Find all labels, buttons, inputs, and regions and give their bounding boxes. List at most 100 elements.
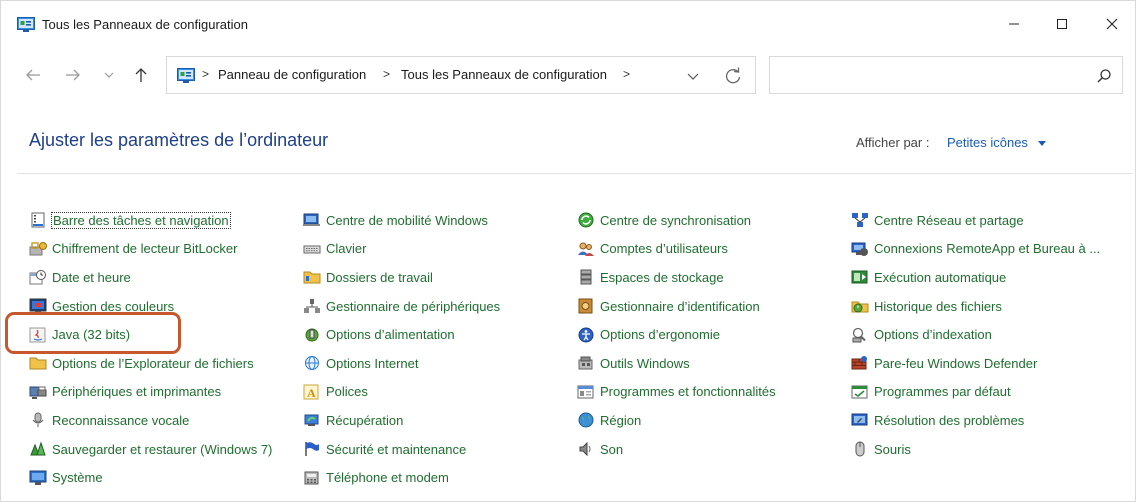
- breadcrumb-control-panel[interactable]: Panneau de configuration: [218, 67, 366, 82]
- item-label[interactable]: Centre de synchronisation: [600, 213, 751, 228]
- maximize-button[interactable]: [1039, 1, 1085, 47]
- address-bar[interactable]: > Panneau de configuration > Tous les Pa…: [166, 56, 756, 94]
- item-label[interactable]: Options d’indexation: [874, 327, 992, 342]
- item-remoteapp[interactable]: Connexions RemoteApp et Bureau à ...: [851, 235, 1129, 264]
- item-default-programs[interactable]: Programmes par défaut: [851, 378, 1129, 407]
- minimize-button[interactable]: [991, 1, 1037, 47]
- item-phone-modem[interactable]: Téléphone et modem: [303, 463, 577, 492]
- recent-locations-button[interactable]: [97, 63, 121, 87]
- search-icon[interactable]: [1096, 68, 1112, 84]
- item-date-time[interactable]: Date et heure: [29, 263, 303, 292]
- up-button[interactable]: [129, 63, 153, 87]
- item-windows-tools[interactable]: Outils Windows: [577, 349, 851, 378]
- item-label[interactable]: Sauvegarder et restaurer (Windows 7): [52, 442, 272, 457]
- item-user-accounts[interactable]: Comptes d’utilisateurs: [577, 235, 851, 264]
- item-label[interactable]: Exécution automatique: [874, 270, 1006, 285]
- item-label[interactable]: Reconnaissance vocale: [52, 413, 189, 428]
- item-label[interactable]: Espaces de stockage: [600, 270, 724, 285]
- item-ease-of-access[interactable]: Options d’ergonomie: [577, 320, 851, 349]
- item-label[interactable]: Récupération: [326, 413, 403, 428]
- item-internet-options[interactable]: Options Internet: [303, 349, 577, 378]
- item-label[interactable]: Barre des tâches et navigation: [51, 211, 231, 229]
- item-keyboard[interactable]: Clavier: [303, 235, 577, 264]
- item-label[interactable]: Chiffrement de lecteur BitLocker: [52, 241, 237, 256]
- window-title: Tous les Panneaux de configuration: [42, 17, 248, 32]
- item-label[interactable]: Gestionnaire de périphériques: [326, 299, 500, 314]
- item-label[interactable]: Clavier: [326, 241, 366, 256]
- item-label[interactable]: Pare-feu Windows Defender: [874, 356, 1037, 371]
- item-sound[interactable]: Son: [577, 435, 851, 464]
- search-box[interactable]: [769, 56, 1123, 94]
- item-storage-spaces[interactable]: Espaces de stockage: [577, 263, 851, 292]
- item-label[interactable]: Dossiers de travail: [326, 270, 433, 285]
- item-label[interactable]: Gestionnaire d’identification: [600, 299, 760, 314]
- close-icon: [1106, 18, 1118, 30]
- item-label[interactable]: Système: [52, 470, 103, 485]
- item-label[interactable]: Programmes et fonctionnalités: [600, 384, 776, 399]
- item-programs-features[interactable]: Programmes et fonctionnalités: [577, 378, 851, 407]
- breadcrumb-all-control-panel-items[interactable]: Tous les Panneaux de configuration: [401, 67, 607, 82]
- item-sync-center[interactable]: Centre de synchronisation: [577, 206, 851, 235]
- item-security-maintenance[interactable]: Sécurité et maintenance: [303, 435, 577, 464]
- close-button[interactable]: [1089, 1, 1135, 47]
- item-backup-restore[interactable]: Sauvegarder et restaurer (Windows 7): [29, 435, 303, 464]
- item-recovery[interactable]: Récupération: [303, 406, 577, 435]
- item-windows-defender-firewall[interactable]: Pare-feu Windows Defender: [851, 349, 1129, 378]
- item-indexing-options[interactable]: Options d’indexation: [851, 320, 1129, 349]
- item-troubleshooting[interactable]: Résolution des problèmes: [851, 406, 1129, 435]
- item-label[interactable]: Options Internet: [326, 356, 419, 371]
- item-power-options[interactable]: Options d’alimentation: [303, 320, 577, 349]
- item-file-history[interactable]: Historique des fichiers: [851, 292, 1129, 321]
- item-label[interactable]: Options d’ergonomie: [600, 327, 720, 342]
- item-autoplay[interactable]: Exécution automatique: [851, 263, 1129, 292]
- item-label[interactable]: Souris: [874, 442, 911, 457]
- item-label[interactable]: Centre de mobilité Windows: [326, 213, 488, 228]
- item-label[interactable]: Connexions RemoteApp et Bureau à ...: [874, 241, 1100, 256]
- item-system[interactable]: Système: [29, 463, 303, 492]
- item-label[interactable]: Options d’alimentation: [326, 327, 455, 342]
- item-credential-manager[interactable]: Gestionnaire d’identification: [577, 292, 851, 321]
- item-label[interactable]: Outils Windows: [600, 356, 690, 371]
- item-work-folders[interactable]: Dossiers de travail: [303, 263, 577, 292]
- item-label[interactable]: Options de l’Explorateur de fichiers: [52, 356, 254, 371]
- item-label[interactable]: Date et heure: [52, 270, 131, 285]
- forward-button[interactable]: [61, 63, 85, 87]
- refresh-icon[interactable]: [723, 66, 743, 86]
- item-empty: [577, 463, 851, 492]
- item-label[interactable]: Sécurité et maintenance: [326, 442, 466, 457]
- file-history-icon: [851, 297, 869, 315]
- phone-icon: [303, 469, 321, 487]
- item-label[interactable]: Périphériques et imprimantes: [52, 384, 221, 399]
- header-divider: [17, 173, 1133, 174]
- item-label[interactable]: Région: [600, 413, 641, 428]
- item-label[interactable]: Son: [600, 442, 623, 457]
- item-label[interactable]: Polices: [326, 384, 368, 399]
- item-label[interactable]: Historique des fichiers: [874, 299, 1002, 314]
- caret-down-icon[interactable]: [1037, 140, 1046, 146]
- breadcrumb-separator[interactable]: >: [202, 67, 209, 81]
- item-device-manager[interactable]: Gestionnaire de périphériques: [303, 292, 577, 321]
- item-taskbar-navigation[interactable]: Barre des tâches et navigation: [29, 206, 303, 235]
- view-by-dropdown[interactable]: Petites icônes: [947, 135, 1046, 150]
- item-label[interactable]: Comptes d’utilisateurs: [600, 241, 728, 256]
- item-label[interactable]: Programmes par défaut: [874, 384, 1011, 399]
- item-speech-recognition[interactable]: Reconnaissance vocale: [29, 406, 303, 435]
- chevron-down-icon[interactable]: [685, 68, 701, 84]
- item-fonts[interactable]: A Polices: [303, 378, 577, 407]
- item-devices-printers[interactable]: Périphériques et imprimantes: [29, 378, 303, 407]
- item-windows-mobility-center[interactable]: Centre de mobilité Windows: [303, 206, 577, 235]
- item-mouse[interactable]: Souris: [851, 435, 1129, 464]
- breadcrumb-separator[interactable]: >: [383, 67, 390, 81]
- item-bitlocker[interactable]: Chiffrement de lecteur BitLocker: [29, 235, 303, 264]
- item-network-sharing[interactable]: Centre Réseau et partage: [851, 206, 1129, 235]
- item-region[interactable]: Région: [577, 406, 851, 435]
- item-label[interactable]: Résolution des problèmes: [874, 413, 1024, 428]
- view-by-value[interactable]: Petites icônes: [947, 135, 1028, 150]
- item-label[interactable]: Téléphone et modem: [326, 470, 449, 485]
- breadcrumb-separator[interactable]: >: [623, 67, 630, 81]
- microphone-icon: [29, 411, 47, 429]
- item-label[interactable]: Centre Réseau et partage: [874, 213, 1024, 228]
- back-button[interactable]: [21, 63, 45, 87]
- autoplay-icon: [851, 268, 869, 286]
- search-input[interactable]: [778, 65, 1078, 85]
